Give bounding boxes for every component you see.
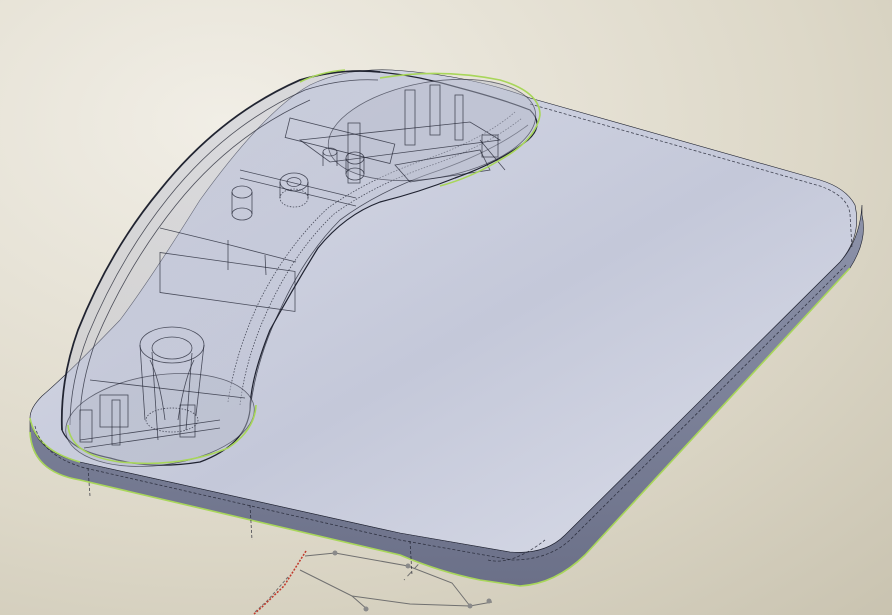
sketch-point[interactable] <box>405 563 411 569</box>
sketch-point[interactable] <box>332 550 338 556</box>
sketch-point[interactable] <box>486 598 492 604</box>
sketch-point[interactable] <box>363 606 369 612</box>
cad-3d-viewport[interactable] <box>0 0 892 615</box>
sketch-point[interactable] <box>467 603 473 609</box>
graphics-area[interactable] <box>0 0 892 615</box>
